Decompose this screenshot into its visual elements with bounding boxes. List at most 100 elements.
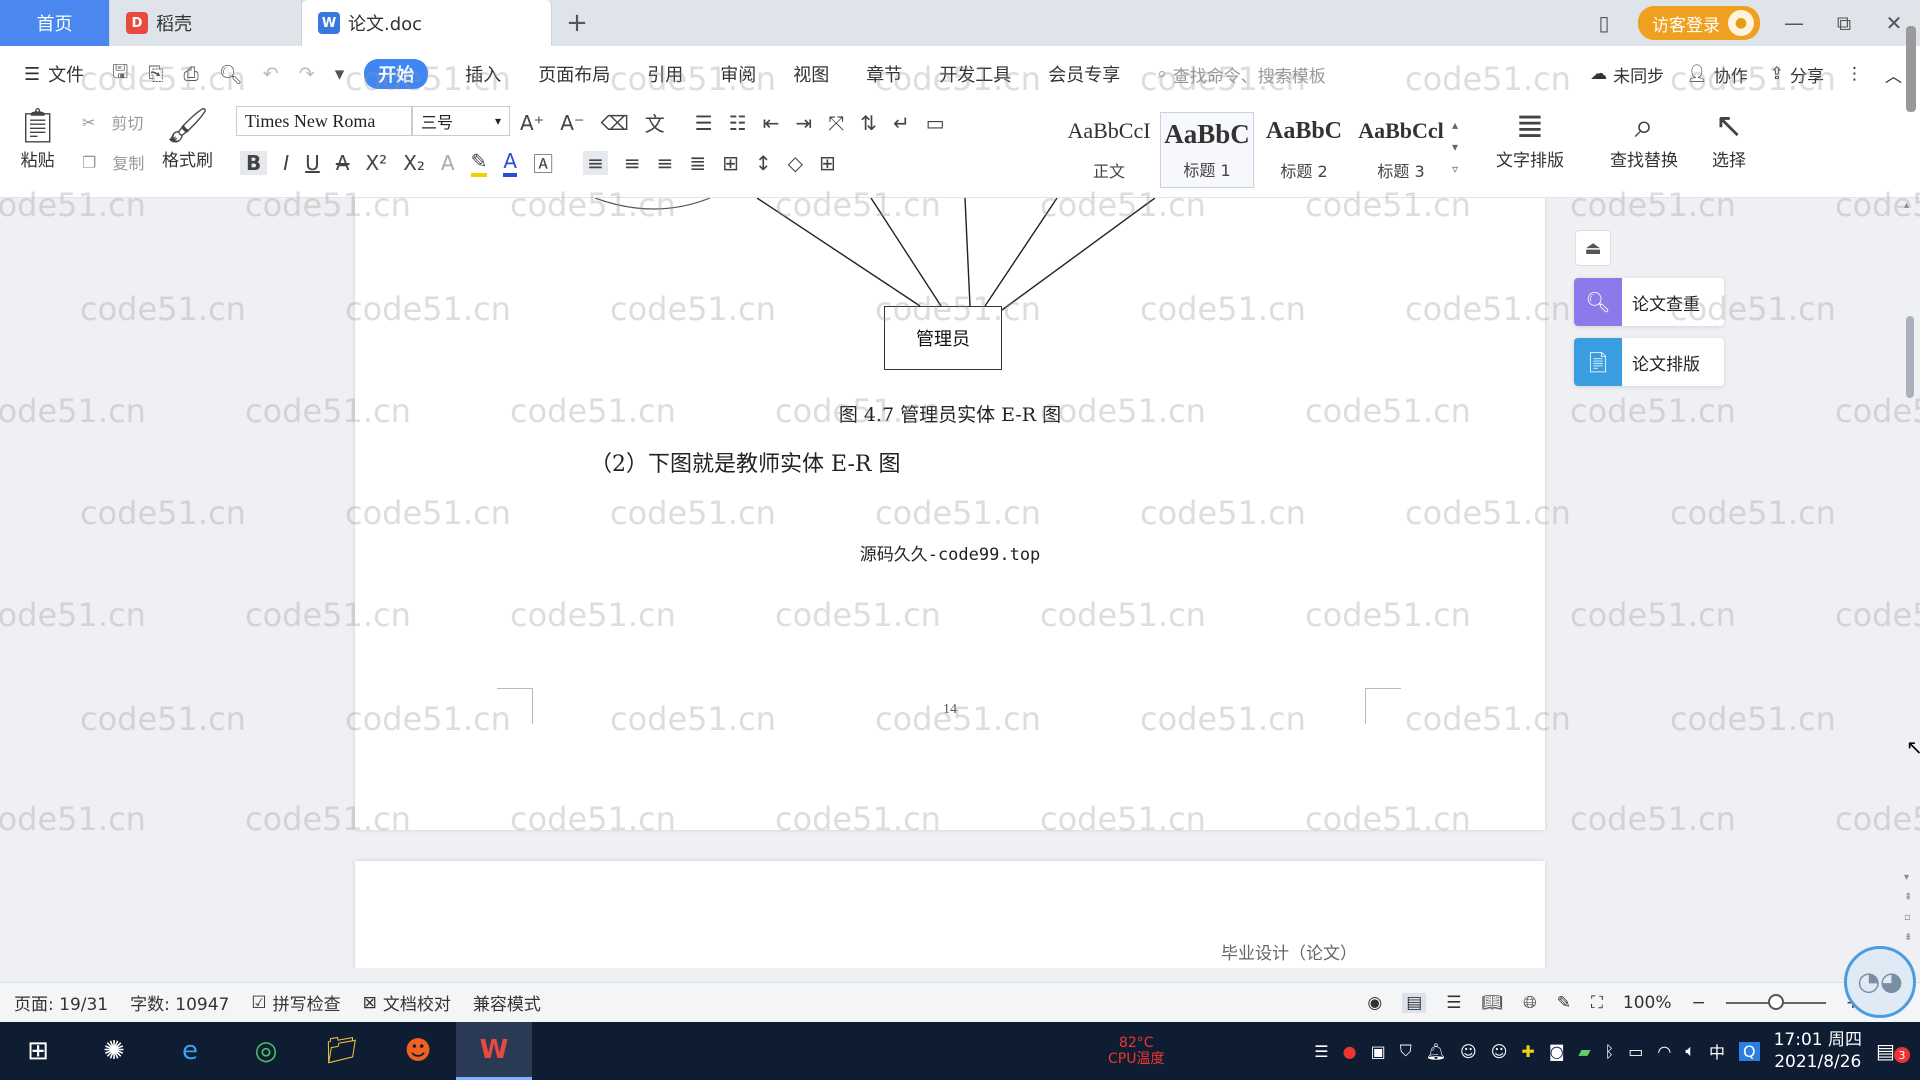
page-current[interactable]: 管理员 图 4.7 管理员实体 E-R 图 （2）下图就是教师实体 E-R 图 … — [355, 198, 1545, 830]
subscript-icon[interactable]: X₂ — [403, 151, 425, 175]
align-left-icon[interactable]: ≡ — [583, 150, 608, 175]
clock[interactable]: 17:01 周四 2021/8/26 — [1774, 1029, 1862, 1073]
tray-camera-icon[interactable]: ◙ — [1549, 1042, 1565, 1061]
outline-view-icon[interactable]: ☰ — [1446, 993, 1461, 1013]
tray-shield-icon[interactable]: ⛉ — [1400, 1041, 1412, 1061]
sync-button[interactable]: ☁ 未同步 — [1590, 62, 1664, 87]
doc-proof-button[interactable]: ⊠ 文档校对 — [363, 990, 451, 1016]
increase-indent-icon[interactable]: ⇥ — [795, 111, 812, 135]
eye-protect-icon[interactable]: ◉ — [1367, 993, 1382, 1013]
minimize-button[interactable]: — — [1778, 11, 1810, 35]
decrease-indent-icon[interactable]: ⇤ — [763, 111, 780, 135]
page-view-icon[interactable]: ▤ — [1402, 993, 1427, 1013]
cut-button[interactable]: ✂ 剪切 — [82, 110, 143, 134]
tray-nvidia-icon[interactable]: ▰ — [1578, 1042, 1590, 1061]
menu-developer[interactable]: 开发工具 — [939, 61, 1011, 87]
ruler-icon[interactable]: ▭ — [926, 111, 945, 135]
tray-app-icon[interactable]: ☰ — [1314, 1042, 1328, 1061]
justify-icon[interactable]: ≣ — [689, 151, 706, 175]
file-menu[interactable]: ☰ 文件 — [24, 61, 84, 87]
align-right-icon[interactable]: ≡ — [657, 151, 674, 175]
new-tab-button[interactable]: + — [552, 0, 602, 46]
line-spacing-icon[interactable]: ↕ — [755, 151, 772, 175]
style-heading-3[interactable]: AaBbCcl 标题 3 — [1354, 112, 1448, 188]
share-button[interactable]: ⇪ 分享 — [1770, 62, 1824, 87]
read-view-icon[interactable]: 📖︎ — [1482, 993, 1504, 1013]
underline-icon[interactable]: U — [305, 151, 320, 175]
file-explorer-icon[interactable]: 📁︎ — [304, 1022, 380, 1080]
scroll-up-icon[interactable]: ▴ — [1904, 200, 1909, 211]
text-layout-button[interactable]: ≣ 文字排版 — [1496, 106, 1564, 171]
outer-scrollbar-thumb[interactable] — [1906, 26, 1916, 112]
italic-icon[interactable]: I — [283, 151, 289, 175]
superscript-icon[interactable]: X² — [365, 151, 387, 175]
word-count[interactable]: 字数: 10947 — [130, 990, 229, 1015]
menu-member[interactable]: 会员专享 — [1048, 61, 1120, 87]
highlight-icon[interactable]: ✎ — [470, 149, 488, 177]
scroll-down-icons[interactable]: ▾ ⇞ ▫ ⇟ — [1904, 868, 1912, 948]
page-indicator[interactable]: 页面: 19/31 — [14, 990, 108, 1015]
tab-home[interactable]: 首页 — [0, 0, 110, 46]
char-border-icon[interactable]: 🄰 — [533, 148, 553, 177]
quick-access-dropdown-icon[interactable]: ▾ — [335, 63, 345, 85]
tray-window-icon[interactable]: ▣ — [1371, 1042, 1386, 1061]
zoom-slider-knob[interactable] — [1767, 994, 1784, 1010]
write-view-icon[interactable]: ✎ — [1557, 993, 1571, 1013]
strikethrough-icon[interactable]: A — [336, 151, 350, 175]
spell-check-button[interactable]: ☑ 拼写检查 — [251, 990, 340, 1016]
ime-indicator[interactable]: 中 — [1709, 1039, 1725, 1063]
copy-button[interactable]: ❐ 复制 — [82, 150, 144, 174]
assistant-robot-icon[interactable]: ◔◕ — [1844, 946, 1916, 1018]
menu-reference[interactable]: 引用 — [647, 61, 683, 87]
fit-page-icon[interactable]: ⛶ — [1591, 993, 1603, 1013]
print-preview-icon[interactable]: 🔍︎ — [219, 63, 243, 86]
align-center-icon[interactable]: ≡ — [624, 151, 641, 175]
tray-mask-icon[interactable]: ● — [1343, 1042, 1357, 1061]
font-size-select[interactable]: 三号 ▾ — [412, 106, 510, 136]
scrollbar-thumb[interactable] — [1906, 316, 1914, 398]
restore-button[interactable]: ⧉ — [1828, 11, 1860, 35]
ie-browser-icon[interactable]: e — [152, 1022, 228, 1080]
visitor-login-button[interactable]: 访客登录 ● — [1638, 6, 1760, 40]
collapse-ribbon-icon[interactable]: ︿ — [1885, 62, 1902, 87]
undo-icon[interactable]: ↶ — [263, 63, 279, 85]
save-icon[interactable]: 🖫 — [112, 58, 128, 90]
vertical-scrollbar[interactable]: ▴ ▾ ⇞ ▫ ⇟ — [1900, 198, 1920, 968]
bold-icon[interactable]: B — [240, 150, 268, 175]
output-icon[interactable]: ⎘ — [148, 63, 163, 85]
font-name-select[interactable]: Times New Roma — [236, 106, 412, 136]
menu-page-layout[interactable]: 页面布局 — [538, 61, 610, 87]
menu-start[interactable]: 开始 — [364, 59, 429, 89]
redo-icon[interactable]: ↷ — [299, 63, 315, 85]
style-heading-1[interactable]: AaBbC 标题 1 — [1160, 112, 1254, 188]
grow-font-icon[interactable]: A⁺ — [520, 111, 544, 135]
game-app-icon[interactable]: ☻ — [380, 1022, 456, 1080]
collapse-panel-icon[interactable]: ⏏ — [1575, 230, 1611, 266]
clear-format-icon[interactable]: ⌫ — [601, 111, 629, 135]
search-tray-icon[interactable]: Q — [1739, 1041, 1760, 1061]
format-painter-button[interactable]: 🖌︎ 格式刷 — [162, 106, 213, 171]
distribute-icon[interactable]: ⊞ — [722, 151, 739, 175]
find-replace-button[interactable]: ⌕ 查找替换 — [1610, 106, 1678, 171]
style-normal[interactable]: AaBbCcI 正文 — [1062, 112, 1156, 188]
more-icon[interactable]: ⋮ — [1846, 64, 1863, 84]
menu-review[interactable]: 审阅 — [720, 61, 756, 87]
tray-qq-icon[interactable]: ☺ — [1460, 1042, 1477, 1061]
pinwheel-app-icon[interactable]: ✺ — [76, 1022, 152, 1080]
wifi-icon[interactable]: ◠ — [1657, 1042, 1671, 1061]
line-break-icon[interactable]: ↵ — [893, 111, 910, 135]
shrink-font-icon[interactable]: A⁻ — [560, 111, 584, 135]
bullet-list-icon[interactable]: ☰ — [695, 111, 713, 135]
layout-icon[interactable]: ▯ — [1588, 11, 1620, 35]
page-next[interactable]: 毕业设计（论文） — [355, 861, 1545, 968]
print-icon[interactable]: ⎙ — [184, 63, 199, 85]
tray-qq2-icon[interactable]: ☺ — [1491, 1042, 1508, 1061]
text-direction-icon[interactable]: ⤧ — [828, 111, 844, 135]
zoom-out-icon[interactable]: − — [1692, 993, 1706, 1013]
numbered-list-icon[interactable]: ☷ — [729, 111, 747, 135]
tray-bell-icon[interactable]: 🔔︎ — [1426, 1042, 1446, 1061]
text-effect-icon[interactable]: A — [441, 151, 455, 175]
borders-icon[interactable]: ⊞ — [819, 151, 836, 175]
collab-button[interactable]: 👤︎ 协作 — [1686, 62, 1748, 87]
battery-icon[interactable]: ▭ — [1628, 1042, 1643, 1061]
